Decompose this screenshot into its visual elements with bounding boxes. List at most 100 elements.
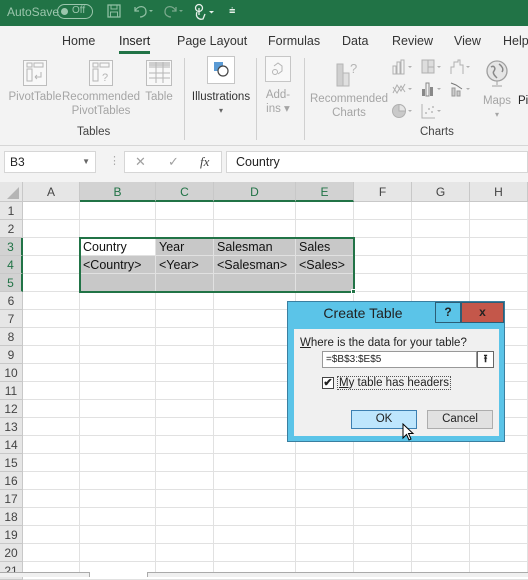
customize-qat-icon[interactable]: ⩧	[229, 5, 235, 18]
tab-help[interactable]: Help	[503, 34, 528, 48]
row-header-11[interactable]: 11	[0, 382, 23, 400]
add-ins-icon	[265, 56, 291, 82]
pivottable-button[interactable]: PivotTable	[8, 60, 62, 104]
statistic-chart-icon[interactable]	[421, 81, 445, 100]
tab-insert[interactable]: Insert	[119, 34, 151, 54]
tab-formulas[interactable]: Formulas	[268, 34, 320, 48]
row-header-17[interactable]: 17	[0, 490, 23, 508]
waterfall-chart-icon[interactable]	[450, 59, 474, 78]
cell-e3[interactable]: Sales	[296, 238, 354, 256]
table-label: Table	[145, 91, 173, 103]
help-button[interactable]: ?	[435, 302, 461, 323]
add-ins-button[interactable]: Add- ins ▾	[261, 56, 295, 116]
illustrations-dropdown-icon: ▾	[218, 106, 223, 115]
select-all-corner[interactable]	[0, 182, 23, 202]
collapse-dialog-button[interactable]: ⭱	[477, 351, 494, 368]
row-header-7[interactable]: 7	[0, 310, 23, 328]
maps-button[interactable]: Maps ▾	[480, 58, 514, 122]
row-header-12[interactable]: 12	[0, 400, 23, 418]
recommended-charts-button[interactable]: ? Recommended Charts	[310, 60, 388, 120]
combo-chart-icon[interactable]	[450, 81, 474, 100]
cancel-button[interactable]: Cancel	[427, 410, 493, 429]
pivotchart-label-partial[interactable]: Pi	[518, 95, 528, 107]
name-box[interactable]: B3 ▼	[4, 151, 96, 173]
undo-icon[interactable]	[132, 3, 154, 22]
column-chart-icon[interactable]	[392, 59, 416, 78]
scatter-chart-icon[interactable]	[421, 103, 445, 122]
cell-b3[interactable]: Country	[80, 238, 156, 256]
table-button[interactable]: Table	[142, 60, 176, 104]
sheet-tab-area	[0, 572, 528, 577]
row-header-14[interactable]: 14	[0, 436, 23, 454]
pivottable-label: PivotTable	[8, 91, 62, 103]
row-header-16[interactable]: 16	[0, 472, 23, 490]
row-header-15[interactable]: 15	[0, 454, 23, 472]
recommended-pivottables-button[interactable]: ? Recommended PivotTables	[62, 60, 140, 118]
column-header-g[interactable]: G	[412, 182, 470, 202]
row-header-5[interactable]: 5	[0, 274, 23, 292]
formula-input[interactable]: Country	[226, 151, 528, 173]
row-header-13[interactable]: 13	[0, 418, 23, 436]
dialog-body: Where is the data for your table? =$B$3:…	[294, 329, 499, 436]
close-button[interactable]: x	[461, 302, 504, 323]
cell-c4[interactable]: <Year>	[156, 256, 214, 274]
hierarchy-chart-icon[interactable]	[421, 59, 445, 78]
chart-type-gallery	[392, 59, 480, 123]
column-header-f[interactable]: F	[354, 182, 412, 202]
gridline	[23, 507, 528, 508]
headers-checkbox-label[interactable]: My table has headers	[337, 376, 451, 390]
insert-function-icon[interactable]: fx	[200, 154, 209, 170]
formula-bar-grip-icon: ⋮	[109, 155, 120, 167]
formula-value: Country	[236, 155, 280, 169]
column-header-h[interactable]: H	[470, 182, 528, 202]
line-chart-icon[interactable]	[392, 81, 416, 100]
sheet-tabs-strip[interactable]	[0, 572, 90, 577]
column-header-c[interactable]: C	[156, 182, 214, 202]
illustrations-button[interactable]: Illustrations ▾	[190, 56, 252, 118]
cell-b4[interactable]: <Country>	[80, 256, 156, 274]
tab-home[interactable]: Home	[62, 34, 95, 48]
row-header-3[interactable]: 3	[0, 238, 23, 256]
row-header-18[interactable]: 18	[0, 508, 23, 526]
tab-page-layout[interactable]: Page Layout	[177, 34, 247, 48]
confirm-entry-icon[interactable]: ✓	[168, 154, 179, 170]
cell-c3[interactable]: Year	[156, 238, 214, 256]
cell-d3[interactable]: Salesman	[214, 238, 296, 256]
fill-handle[interactable]	[351, 289, 356, 294]
row-header-1[interactable]: 1	[0, 202, 23, 220]
ribbon-separator	[256, 58, 257, 140]
row-header-21[interactable]: 21	[0, 562, 23, 580]
table-icon	[146, 60, 172, 86]
touch-mode-icon[interactable]	[193, 3, 217, 24]
tab-view[interactable]: View	[454, 34, 481, 48]
row-header-6[interactable]: 6	[0, 292, 23, 310]
cancel-entry-icon[interactable]: ✕	[135, 154, 146, 170]
row-header-10[interactable]: 10	[0, 364, 23, 382]
redo-icon[interactable]	[163, 3, 185, 22]
autosave-toggle[interactable]: Off	[57, 4, 93, 19]
row-header-19[interactable]: 19	[0, 526, 23, 544]
column-header-e[interactable]: E	[296, 182, 354, 202]
save-icon[interactable]	[106, 3, 122, 22]
headers-checkbox[interactable]: ✔	[322, 377, 334, 389]
row-header-4[interactable]: 4	[0, 256, 23, 274]
dialog-title: Create Table	[323, 305, 403, 321]
gridline	[23, 471, 528, 472]
pie-chart-icon[interactable]	[392, 103, 416, 122]
add-ins-label-2: ins ▾	[266, 103, 290, 115]
horizontal-scrollbar[interactable]	[147, 572, 528, 577]
column-header-b[interactable]: B	[80, 182, 156, 202]
row-header-20[interactable]: 20	[0, 544, 23, 562]
row-header-2[interactable]: 2	[0, 220, 23, 238]
cell-d4[interactable]: <Salesman>	[214, 256, 296, 274]
tab-review[interactable]: Review	[392, 34, 433, 48]
row-header-8[interactable]: 8	[0, 328, 23, 346]
row-header-9[interactable]: 9	[0, 346, 23, 364]
column-header-d[interactable]: D	[214, 182, 296, 202]
tab-data[interactable]: Data	[342, 34, 368, 48]
column-header-a[interactable]: A	[23, 182, 80, 202]
name-box-dropdown-icon[interactable]: ▼	[82, 157, 90, 166]
cell-e4[interactable]: <Sales>	[296, 256, 354, 274]
create-table-dialog: Create Table ? x Where is the data for y…	[287, 301, 505, 442]
data-range-input[interactable]: =$B$3:$E$5	[322, 351, 477, 368]
